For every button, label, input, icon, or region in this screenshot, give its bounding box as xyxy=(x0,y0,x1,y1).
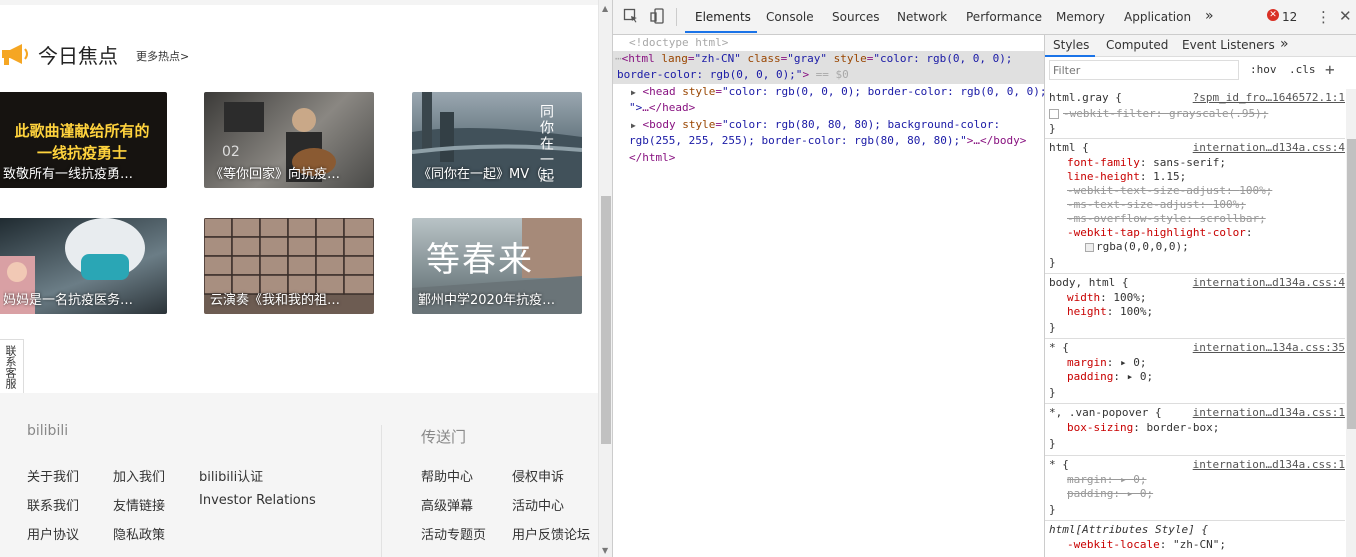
style-rule: html.gray { ?spm_id_fro…1646572.1:1 -web… xyxy=(1045,89,1345,139)
footer-link-about[interactable]: 关于我们 xyxy=(27,466,79,485)
devtools-panel: Elements Console Sources Network Perform… xyxy=(612,0,1356,557)
tab-sources[interactable]: Sources xyxy=(832,10,879,24)
site-footer: bilibili 关于我们 加入我们 bilibili认证 联系我们 友情链接 … xyxy=(0,393,598,557)
tab-event-listeners[interactable]: Event Listeners xyxy=(1182,38,1275,52)
more-hot-link[interactable]: 更多热点> xyxy=(136,48,189,64)
footer-link-topics[interactable]: 活动专题页 xyxy=(421,524,486,543)
devtools-toolbar: Elements Console Sources Network Perform… xyxy=(613,0,1356,35)
card-overlay-text: 等春来 xyxy=(426,240,534,280)
style-rules-list: html.gray { ?spm_id_fro…1646572.1:1 -web… xyxy=(1045,89,1345,557)
tab-elements[interactable]: Elements xyxy=(695,10,751,24)
style-rule: body, html { internation…d134a.css:4 wid… xyxy=(1045,274,1345,339)
page-scrollbar[interactable]: ▲ ▼ xyxy=(598,0,612,557)
style-rule: * { internation…134a.css:35 margin: ▸ 0;… xyxy=(1045,339,1345,404)
section-title: 今日焦点 xyxy=(38,43,118,68)
footer-link-danmaku[interactable]: 高级弹幕 xyxy=(421,495,473,514)
toolbar-separator xyxy=(676,8,677,26)
new-style-rule-icon[interactable]: + xyxy=(1325,60,1335,79)
style-rule: * { internation…d134a.css:1 margin: ▸ 0;… xyxy=(1045,456,1345,521)
styles-more-tabs-icon[interactable]: » xyxy=(1280,36,1289,52)
styles-scrollbar-thumb[interactable] xyxy=(1347,139,1356,429)
footer-link-agreement[interactable]: 用户协议 xyxy=(27,524,79,543)
card-overlay-text: 此歌曲谨献给所有的 一线抗疫勇士 xyxy=(14,122,150,162)
footer-col1-title: bilibili xyxy=(27,423,69,439)
video-card-caption: 致敬所有一线抗疫勇… xyxy=(3,167,134,182)
footer-link-feedback[interactable]: 用户反馈论坛 xyxy=(512,524,590,543)
property-checkbox[interactable] xyxy=(1049,109,1059,119)
expand-triangle-icon[interactable]: ▶ xyxy=(631,121,636,130)
kebab-menu-icon[interactable]: ⋮ xyxy=(1316,8,1331,26)
video-card-6[interactable]: 等春来 鄞州中学2020年抗疫… xyxy=(412,218,582,314)
video-card-2[interactable]: 02 《等你回家》向抗疫… xyxy=(204,92,374,188)
tab-application[interactable]: Application xyxy=(1124,10,1191,24)
cls-toggle[interactable]: .cls xyxy=(1289,63,1316,76)
dom-head-line[interactable]: ▶ <head style="color: rgb(0, 0, 0); bord… xyxy=(631,84,1046,102)
svg-text:02: 02 xyxy=(222,144,240,160)
color-swatch[interactable] xyxy=(1085,242,1094,252)
dom-doctype: <!doctype html> xyxy=(629,36,729,49)
inspect-element-icon[interactable] xyxy=(623,8,639,24)
tab-styles[interactable]: Styles xyxy=(1053,38,1089,52)
video-card-1[interactable]: 此歌曲谨献给所有的 一线抗疫勇士 致敬所有一线抗疫勇… xyxy=(0,92,167,188)
footer-link-help[interactable]: 帮助中心 xyxy=(421,466,473,485)
footer-link-investor[interactable]: Investor Relations xyxy=(199,493,316,508)
footer-col2-title: 传送门 xyxy=(421,428,467,446)
device-toolbar-icon[interactable] xyxy=(650,8,666,24)
video-card-4[interactable]: 妈妈是一名抗疫医务… xyxy=(0,218,167,314)
expand-triangle-icon[interactable]: ▶ xyxy=(631,88,636,97)
video-card-caption: 鄞州中学2020年抗疫… xyxy=(418,293,556,308)
footer-link-join[interactable]: 加入我们 xyxy=(113,466,165,485)
style-rule: html { internation…d134a.css:4 font-fami… xyxy=(1045,139,1345,274)
video-card-5[interactable]: 云演奏《我和我的祖… xyxy=(204,218,374,314)
more-tabs-icon[interactable]: » xyxy=(1205,8,1214,24)
scrollbar-thumb[interactable] xyxy=(601,196,611,444)
dom-html-close[interactable]: </html> xyxy=(629,150,675,167)
footer-divider xyxy=(381,425,382,557)
elements-dom-tree: <!doctype html> ⋯<html lang="zh-CN" clas… xyxy=(613,35,1046,557)
footer-link-contact[interactable]: 联系我们 xyxy=(27,495,79,514)
error-icon[interactable]: ✕ xyxy=(1267,9,1279,21)
video-card-caption: 云演奏《我和我的祖… xyxy=(210,293,341,308)
scroll-down-arrow-icon[interactable]: ▼ xyxy=(602,546,608,555)
active-tab-indicator xyxy=(685,31,757,33)
video-card-3[interactable]: 同你在一起 《同你在一起》MV（… xyxy=(412,92,582,188)
video-card-caption: 《同你在一起》MV（… xyxy=(418,167,556,182)
styles-filter-input[interactable] xyxy=(1049,60,1239,80)
section-heading: 今日焦点 更多热点> xyxy=(0,39,189,69)
styles-scrollbar[interactable] xyxy=(1346,89,1356,557)
footer-link-friends[interactable]: 友情链接 xyxy=(113,495,165,514)
scroll-up-arrow-icon[interactable]: ▲ xyxy=(602,4,608,13)
style-rule: html[Attributes Style] { -webkit-locale:… xyxy=(1049,523,1226,551)
dom-head-line-cont[interactable]: ">…</head> xyxy=(629,100,695,117)
style-rule: *, .van-popover { internation…d134a.css:… xyxy=(1045,404,1345,456)
hov-toggle[interactable]: :hov xyxy=(1250,63,1277,76)
styles-tabbar: Styles Computed Event Listeners » xyxy=(1045,35,1356,57)
dom-html-line-cont[interactable]: border-color: rgb(0, 0, 0);"> == $0 xyxy=(617,67,849,84)
styles-active-indicator xyxy=(1045,55,1095,57)
tab-memory[interactable]: Memory xyxy=(1056,10,1105,24)
dom-body-line-cont[interactable]: rgb(255, 255, 255); border-color: rgb(80… xyxy=(629,133,1026,150)
megaphone-icon xyxy=(2,44,28,65)
footer-link-certify[interactable]: bilibili认证 xyxy=(199,466,263,485)
dom-body-line[interactable]: ▶ <body style="color: rgb(80, 80, 80); b… xyxy=(631,117,1000,135)
styles-pane: Styles Computed Event Listeners » :hov .… xyxy=(1044,35,1356,557)
webpage-viewport: 今日焦点 更多热点> 此歌曲谨献给所有的 一线抗疫勇士 致敬所有一线抗疫勇… 02… xyxy=(0,0,598,557)
footer-link-complaint[interactable]: 侵权申诉 xyxy=(512,466,564,485)
tab-performance[interactable]: Performance xyxy=(966,10,1042,24)
tab-console[interactable]: Console xyxy=(766,10,814,24)
footer-link-privacy[interactable]: 隐私政策 xyxy=(113,524,165,543)
video-card-caption: 妈妈是一名抗疫医务… xyxy=(3,293,134,308)
tab-computed[interactable]: Computed xyxy=(1106,38,1168,52)
close-icon[interactable]: ✕ xyxy=(1339,7,1352,25)
tab-network[interactable]: Network xyxy=(897,10,947,24)
footer-link-events[interactable]: 活动中心 xyxy=(512,495,564,514)
video-card-caption: 《等你回家》向抗疫… xyxy=(210,167,341,182)
dom-html-line[interactable]: ⋯<html lang="zh-CN" class="gray" style="… xyxy=(615,51,1012,68)
error-count[interactable]: 12 xyxy=(1282,10,1297,24)
